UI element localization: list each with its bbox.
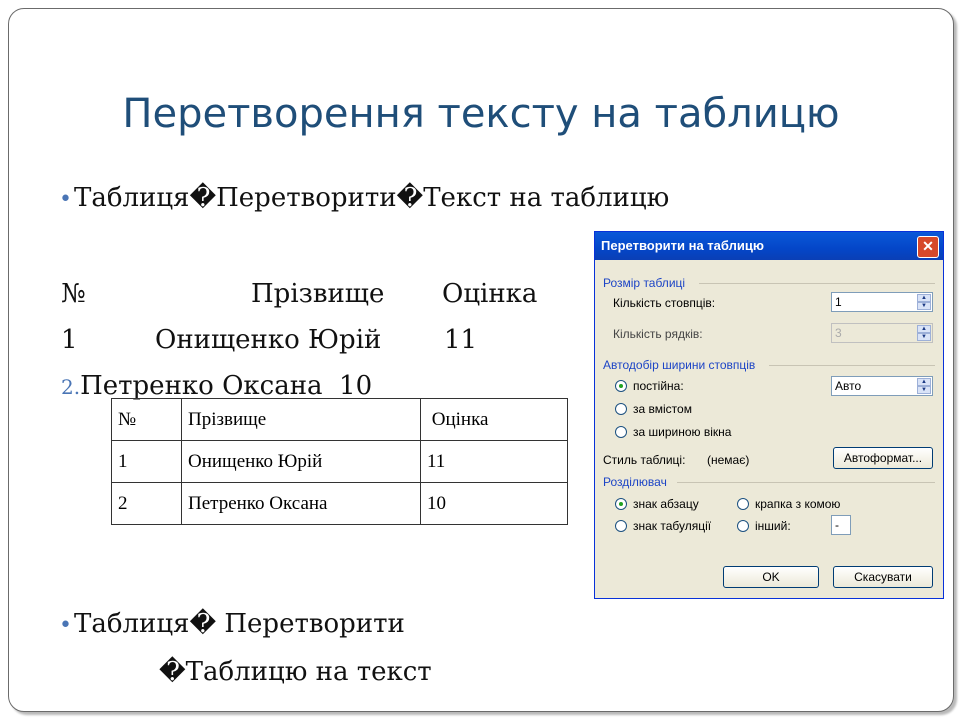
other-radio[interactable]	[737, 520, 749, 532]
bullet-menu-path: •Таблиця�Перетворити�Текст на таблицю	[59, 183, 669, 213]
convert-dialog: Перетворити на таблицю ✕ Розмір таблиці …	[594, 231, 944, 599]
table-cell: 11	[420, 440, 568, 483]
group-size-label: Розмір таблиці	[603, 276, 686, 290]
style-label: Стиль таблиці:	[603, 453, 686, 467]
text-row-1-col-3: Оцінка	[442, 279, 538, 309]
table-cell: 2	[111, 482, 182, 525]
table-row: 2 Петренко Оксана 10	[111, 482, 568, 525]
table-cell: Петренко Оксана	[181, 482, 421, 525]
table-cell: №	[111, 398, 182, 441]
numbered-item: 2.Петренко Оксана 10	[61, 371, 372, 401]
bullet-text: Таблиця�Перетворити�Текст на таблицю	[73, 183, 670, 213]
semicolon-label: крапка з комою	[755, 497, 841, 511]
window-radio[interactable]	[615, 426, 627, 438]
paragraph-radio[interactable]	[615, 498, 627, 510]
table-cell: Онищенко Юрій	[181, 440, 421, 483]
dialog-titlebar[interactable]: Перетворити на таблицю ✕	[595, 232, 943, 260]
cols-stepper[interactable]: 1 ▲ ▼	[831, 292, 933, 312]
spin-icon[interactable]: ▲ ▼	[917, 378, 931, 394]
ok-button[interactable]: OK	[723, 566, 819, 588]
table-cell: 1	[111, 440, 182, 483]
group-divider	[677, 482, 935, 483]
other-separator-input[interactable]: -	[831, 515, 851, 535]
table-cell: Прізвище	[181, 398, 421, 441]
spin-icon[interactable]: ▲ ▼	[917, 294, 931, 310]
result-table: № Прізвище Оцінка 1 Онищенко Юрій 11 2 П…	[111, 398, 568, 525]
text-row-1-col-1: №	[61, 279, 86, 309]
content-radio[interactable]	[615, 403, 627, 415]
cancel-button[interactable]: Скасувати	[833, 566, 933, 588]
tab-label: знак табуляції	[633, 519, 712, 533]
bullet-reverse-line2: �Таблицю на текст	[159, 657, 432, 687]
cols-label: Кількість стовпців:	[613, 296, 716, 310]
text-row-1-col-2: Прізвище	[251, 279, 385, 309]
rows-stepper: 3 ▲ ▼	[831, 323, 933, 343]
other-label: інший:	[755, 519, 791, 533]
fixed-width-combo[interactable]: Авто ▲ ▼	[831, 376, 933, 396]
text-row-2-col-3: 11	[444, 325, 478, 355]
dialog-title: Перетворити на таблицю	[601, 238, 764, 253]
rows-label: Кількість рядків:	[613, 327, 703, 341]
semicolon-radio[interactable]	[737, 498, 749, 510]
group-divider	[769, 365, 935, 366]
table-row: № Прізвище Оцінка	[111, 398, 568, 441]
autoformat-button[interactable]: Автоформат...	[833, 447, 933, 469]
spin-icon: ▲ ▼	[917, 325, 931, 341]
fixed-radio[interactable]	[615, 380, 627, 392]
group-separator-label: Розділювач	[603, 475, 667, 489]
table-row: 1 Онищенко Юрій 11	[111, 440, 568, 483]
bullet-dot-icon: •	[59, 613, 72, 638]
tab-radio[interactable]	[615, 520, 627, 532]
table-cell: 10	[420, 482, 568, 525]
bullet-text: Таблиця� Перетворити	[73, 609, 405, 639]
slide-title: Перетворення тексту на таблицю	[122, 91, 840, 137]
item-text: Петренко Оксана 10	[80, 371, 373, 401]
paragraph-label: знак абзацу	[633, 497, 699, 511]
text-row-2-col-2: Онищенко Юрій	[155, 325, 382, 355]
content-label: за вмістом	[633, 402, 692, 416]
group-divider	[699, 283, 935, 284]
fixed-label: постійна:	[633, 379, 684, 393]
style-value: (немає)	[707, 453, 750, 467]
table-cell: Оцінка	[420, 398, 568, 441]
close-icon[interactable]: ✕	[917, 236, 939, 258]
group-autofit-label: Автодобір ширини стовпців	[603, 358, 756, 372]
bullet-reverse: •Таблиця� Перетворити	[59, 609, 405, 639]
window-label: за шириною вікна	[633, 425, 732, 439]
bullet-dot-icon: •	[59, 187, 72, 212]
item-number: 2.	[61, 375, 81, 399]
text-row-2-col-1: 1	[61, 325, 78, 355]
